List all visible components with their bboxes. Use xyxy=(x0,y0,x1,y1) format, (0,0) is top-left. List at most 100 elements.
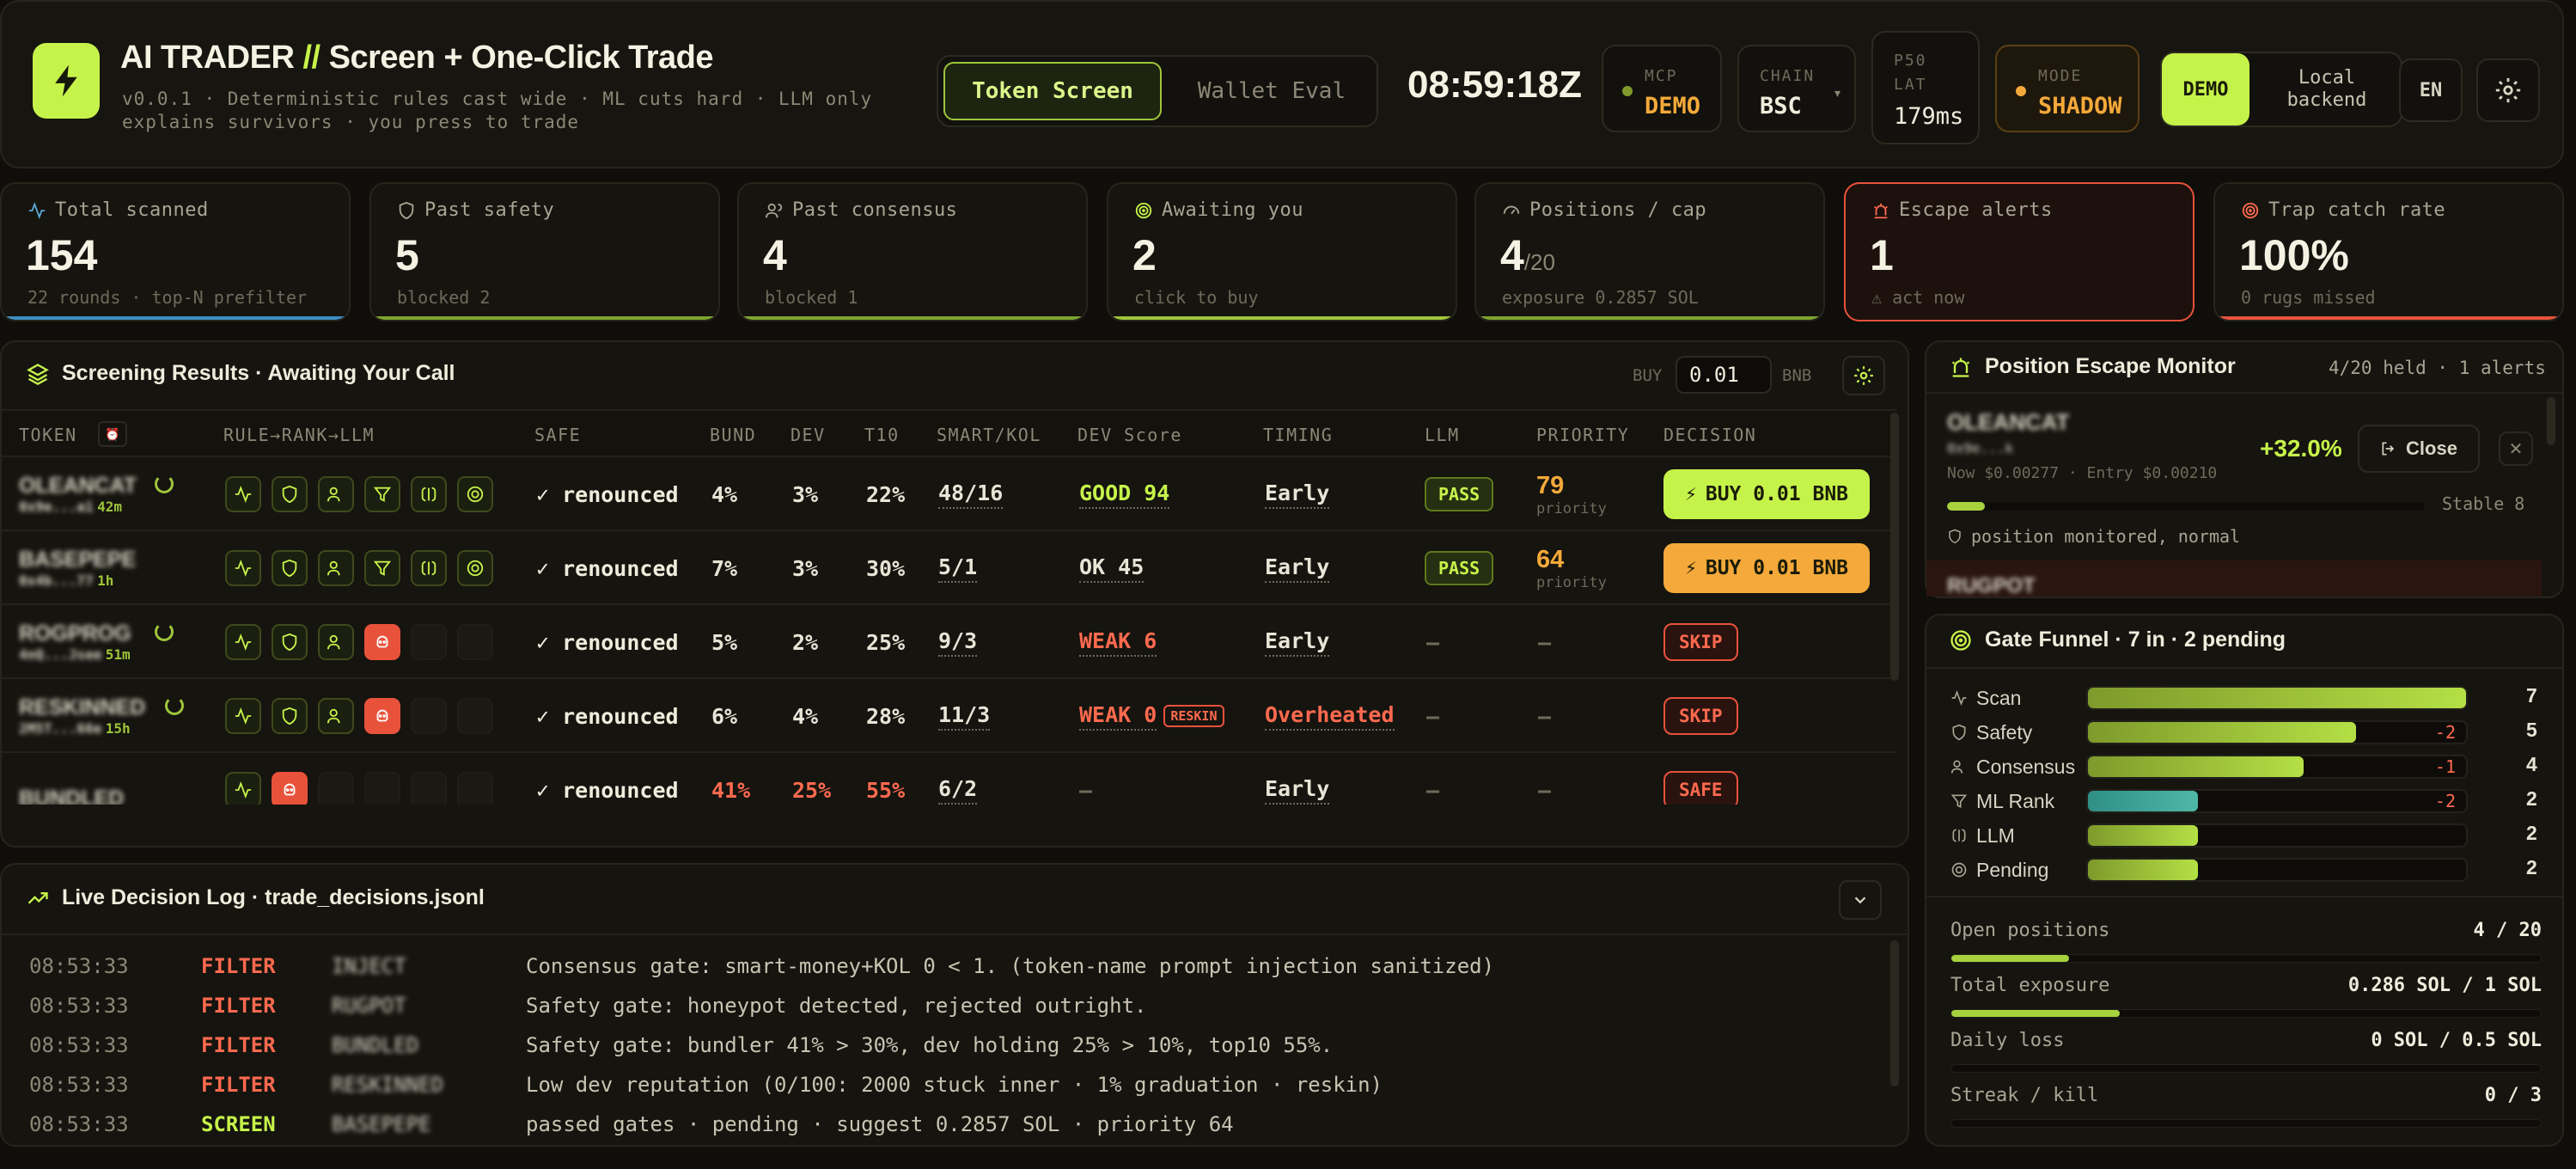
gate-empty xyxy=(457,624,493,660)
alarm-filter-icon[interactable]: ⏰ xyxy=(98,421,127,447)
funnel-delta: -2 xyxy=(2434,722,2456,743)
skip-button[interactable]: SKIP xyxy=(1663,623,1738,661)
results-settings-button[interactable] xyxy=(1842,356,1885,395)
buy-button[interactable]: ⚡ BUY 0.01 BNB xyxy=(1663,543,1870,593)
stat-escape-alerts[interactable]: Escape alerts 1 ⚠ act now xyxy=(1844,182,2194,321)
funnel-value: 2 xyxy=(2526,822,2537,844)
table-row[interactable]: BUNDLED ✓ renounced 41% 25% 55% 6/2 — Ea… xyxy=(2,751,1897,805)
brain-icon xyxy=(411,550,447,586)
log-scrollbar[interactable] xyxy=(1890,940,1899,1086)
mode-chip[interactable]: MODE SHADOW xyxy=(1995,45,2140,132)
gate-icons xyxy=(225,457,504,531)
table-row[interactable]: BASEPEPE 0x4b...77 1h ✓ renounced 7% 3% … xyxy=(2,529,1897,603)
collapse-log-button[interactable] xyxy=(1839,880,1882,920)
view-switch: Token Screen Wallet Eval xyxy=(937,55,1378,127)
loading-spinner-icon xyxy=(165,696,184,715)
stat-past-consensus: Past consensus 4 blocked 1 xyxy=(737,182,1088,321)
buy-amount-label: BUY xyxy=(1633,366,1663,385)
escape-meta: 4/20 held · 1 alerts xyxy=(2329,358,2546,378)
shield-icon xyxy=(399,201,414,219)
gate-icons xyxy=(225,679,504,753)
activity-icon xyxy=(225,550,261,586)
gate-empty xyxy=(318,772,354,805)
log-title: Live Decision Log · trade_decisions.json… xyxy=(26,885,485,910)
users-icon xyxy=(765,203,783,217)
app-header: AI TRADER // Screen + One-Click Trade v0… xyxy=(0,0,2564,168)
funnel-value: 7 xyxy=(2526,684,2537,707)
exit-icon xyxy=(2382,442,2395,456)
target-icon xyxy=(1135,202,1152,218)
funnel-value: 2 xyxy=(2526,856,2537,878)
activity-icon xyxy=(1951,689,1967,707)
local-backend-button[interactable]: Local backend xyxy=(2258,67,2396,112)
log-entry: 08:53:33 FILTER INJECT Consensus gate: s… xyxy=(29,954,1495,978)
target-icon xyxy=(2242,202,2259,218)
users-icon xyxy=(318,476,354,512)
table-row[interactable]: ROGPROG 4nQ...Jsee 51m ✓ renounced 5% 2%… xyxy=(2,603,1897,677)
dismiss-icon[interactable]: ✕ xyxy=(2499,431,2533,466)
escape-alert-card[interactable]: RUGPOT xyxy=(1926,560,2542,597)
chain-select[interactable]: CHAIN BSC ▾ xyxy=(1737,45,1856,132)
close-position-button[interactable]: Close xyxy=(2358,425,2480,473)
funnel-value: 2 xyxy=(2526,787,2537,810)
users-icon xyxy=(318,550,354,586)
table-row[interactable]: OLEANCAT 0x9e...a1 42m ✓ renounced 4% 3%… xyxy=(2,456,1897,529)
layers-icon xyxy=(27,363,49,385)
shield-icon xyxy=(272,476,308,512)
col-t10: T10 xyxy=(864,425,900,445)
funnel-bar-track xyxy=(2086,858,2468,882)
safe-button[interactable]: SAFE xyxy=(1663,771,1738,805)
language-button[interactable]: EN xyxy=(2399,58,2463,122)
target-icon xyxy=(457,550,493,586)
log-entry: 08:53:33 FILTER BUNDLED Safety gate: bun… xyxy=(29,1033,1334,1057)
stat-awaiting-you[interactable]: Awaiting you 2 click to buy xyxy=(1107,182,1457,321)
funnel-row-pending: Pending xyxy=(1950,854,2048,885)
funnel-bar-fill xyxy=(2088,860,2198,880)
target-icon xyxy=(1951,862,1967,878)
gear-icon xyxy=(2495,77,2521,103)
stat-total-scanned: Total scanned 154 22 rounds · top-N pref… xyxy=(0,182,351,321)
users-icon xyxy=(318,624,354,660)
funnel-bar-fill xyxy=(2088,722,2357,743)
filter-icon xyxy=(1950,794,1968,809)
tab-wallet-eval[interactable]: Wallet Eval xyxy=(1169,62,1375,120)
stat-trap-catch-rate: Trap catch rate 100% 0 rugs missed xyxy=(2213,182,2564,321)
limit-total-exposure: Total exposure 0.286 SOL / 1 SOL xyxy=(1950,975,2542,1018)
limit-fill xyxy=(1951,1010,2121,1017)
funnel-bar-fill xyxy=(2088,791,2198,811)
log-entry: 08:53:33 FILTER RUGPOT Safety gate: hone… xyxy=(29,994,1147,1018)
escape-scrollbar[interactable] xyxy=(2547,397,2555,445)
escape-progress-fill xyxy=(1947,502,1986,511)
funnel-bar-track: -1 xyxy=(2086,755,2468,779)
brain-icon xyxy=(411,476,447,512)
col-smart-kol: SMART/KOL xyxy=(937,425,1041,445)
activity-icon xyxy=(225,772,261,805)
shield-icon xyxy=(272,550,308,586)
buy-unit-label: BNB xyxy=(1782,366,1812,385)
pnl-value: +32.0% xyxy=(2260,435,2342,462)
demo-backend-button[interactable]: DEMO xyxy=(2162,53,2249,125)
stat-positions-cap: Positions / cap 4/20 exposure 0.2857 SOL xyxy=(1474,182,1825,321)
stat-past-safety: Past safety 5 blocked 2 xyxy=(369,182,720,321)
table-row[interactable]: RESKINNED 2M5T...66e 15h ✓ renounced 6% … xyxy=(2,677,1897,751)
settings-button[interactable] xyxy=(2476,58,2540,122)
buy-button[interactable]: ⚡ BUY 0.01 BNB xyxy=(1663,469,1870,519)
funnel-row-safety: Safety xyxy=(1950,717,2032,748)
buy-amount-input[interactable] xyxy=(1676,356,1772,394)
shield-icon xyxy=(272,624,308,660)
status-dot-icon xyxy=(2016,86,2026,96)
utc-clock: 08:59:18Z xyxy=(1407,64,1583,106)
tab-token-screen[interactable]: Token Screen xyxy=(943,62,1162,120)
activity-icon xyxy=(225,624,261,660)
users-icon xyxy=(1950,760,1963,774)
gauge-icon xyxy=(1503,205,1520,214)
escape-progress-track xyxy=(1947,502,2425,511)
gate-empty xyxy=(364,772,400,805)
results-scrollbar[interactable] xyxy=(1890,413,1899,681)
funnel-bar-track: -2 xyxy=(2086,720,2468,744)
gate-empty xyxy=(411,698,447,734)
skull-icon xyxy=(272,772,308,805)
skip-button[interactable]: SKIP xyxy=(1663,697,1738,735)
chevron-down-icon xyxy=(1854,897,1866,904)
results-table-body: OLEANCAT 0x9e...a1 42m ✓ renounced 4% 3%… xyxy=(2,456,1897,805)
